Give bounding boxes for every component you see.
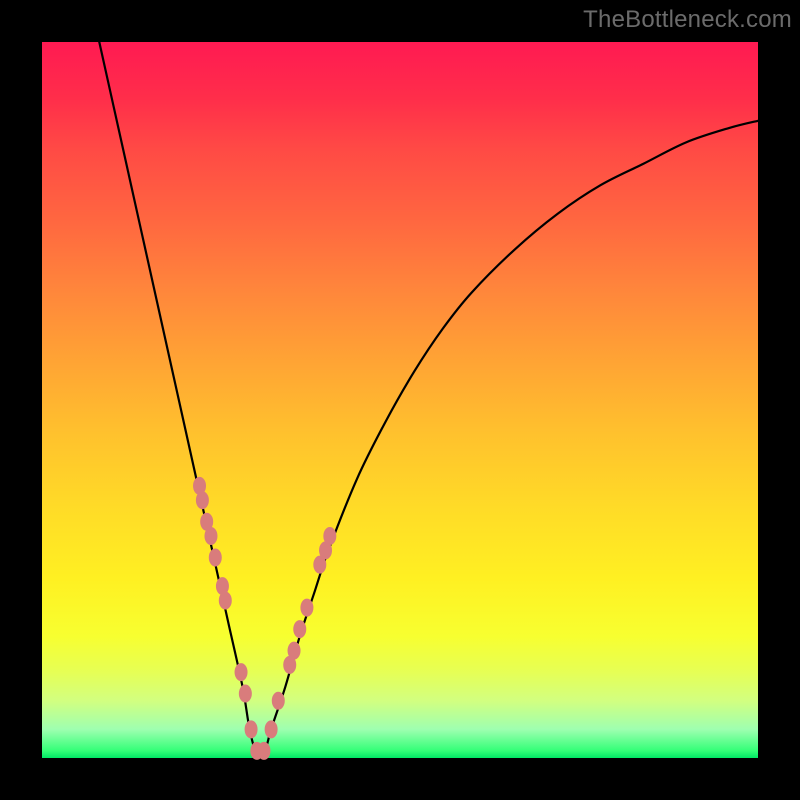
chart-svg	[42, 42, 758, 758]
marker-group	[193, 477, 336, 760]
data-marker	[196, 491, 209, 509]
chart-frame: TheBottleneck.com	[0, 0, 800, 800]
bottleneck-curve	[99, 42, 758, 758]
data-marker	[209, 549, 222, 567]
watermark-text: TheBottleneck.com	[583, 6, 792, 34]
data-marker	[257, 742, 270, 760]
data-marker	[293, 620, 306, 638]
data-marker	[239, 685, 252, 703]
data-marker	[265, 720, 278, 738]
data-marker	[300, 599, 313, 617]
plot-area	[42, 42, 758, 758]
data-marker	[288, 642, 301, 660]
data-marker	[272, 692, 285, 710]
data-marker	[235, 663, 248, 681]
data-marker	[204, 527, 217, 545]
data-marker	[323, 527, 336, 545]
data-marker	[219, 591, 232, 609]
data-marker	[245, 720, 258, 738]
